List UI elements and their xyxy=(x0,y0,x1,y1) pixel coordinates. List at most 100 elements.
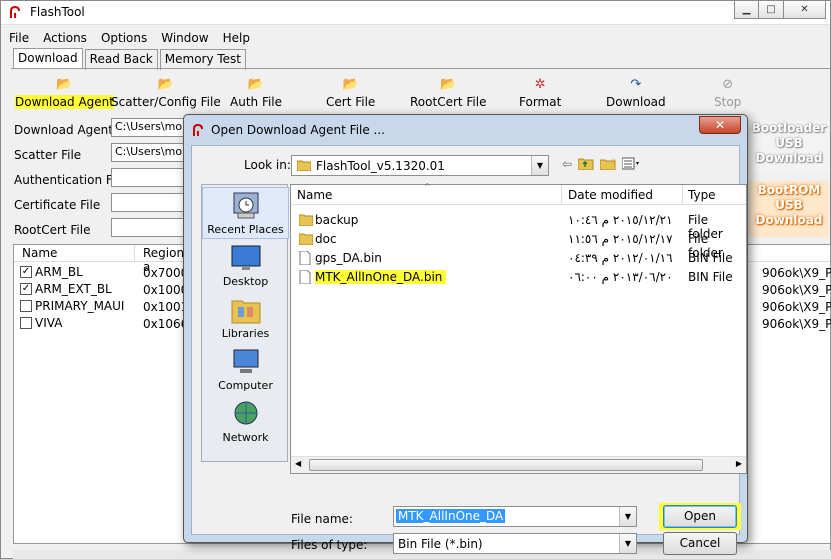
download-tool[interactable]: ↷ Download xyxy=(606,77,666,109)
place-desktop[interactable]: Desktop xyxy=(202,243,289,288)
dialog-close-button[interactable]: ✕ xyxy=(699,116,741,134)
bootloader-usb-download-button[interactable]: Bootloader USB Download xyxy=(749,121,829,173)
places-bar: Recent Places Desktop Libraries Computer… xyxy=(201,184,289,462)
certificate-file-input[interactable] xyxy=(111,193,191,212)
new-folder-icon[interactable]: ✳ xyxy=(599,157,617,173)
open-button[interactable]: Open xyxy=(663,505,737,528)
checkbox[interactable] xyxy=(20,317,32,329)
rootcert-file-tool[interactable]: 📂 RootCert File xyxy=(410,77,486,109)
partition-name: VIVA xyxy=(35,316,63,330)
file-name-input[interactable]: MTK_AllInOne_DA ▼ xyxy=(393,506,637,527)
list-item[interactable]: PRIMARY_MAUI xyxy=(20,298,124,314)
scatter-config-tool[interactable]: 📂 Scatter/Config File xyxy=(111,77,221,109)
svg-text:✳: ✳ xyxy=(610,157,616,166)
cert-file-tool[interactable]: 📂 Cert File xyxy=(326,77,375,109)
place-network[interactable]: Network xyxy=(202,399,289,444)
partition-path: 906ok\X9_P xyxy=(762,317,831,331)
scroll-left-icon[interactable]: ◀ xyxy=(295,459,301,468)
file-list-header: Name ^ Date modified Type xyxy=(291,182,746,205)
chevron-down-icon[interactable]: ▼ xyxy=(619,507,636,526)
scroll-right-icon[interactable]: ▶ xyxy=(736,459,742,468)
dialog-nav-buttons: ⇦ ✳ xyxy=(562,157,642,173)
minimize-icon: ▁ xyxy=(742,4,751,15)
cert-file-tool-label: Cert File xyxy=(326,95,376,109)
format-tool[interactable]: ✲ Format xyxy=(519,77,561,109)
col-type-header[interactable]: Type xyxy=(688,188,716,202)
file-row[interactable]: backup ٢٠١٥/١٢/٢١ م ١٠:٤٦ File folder xyxy=(291,211,746,241)
list-item[interactable]: VIVA xyxy=(20,315,62,331)
file-date: ٢٠١٢/٠١/١٦ م ٠٤:٣٩ xyxy=(568,251,673,265)
up-folder-icon[interactable] xyxy=(577,157,594,173)
look-in-combo[interactable]: FlashTool_v5.1320.01 ▼ xyxy=(291,155,549,176)
close-icon: ✕ xyxy=(800,4,809,15)
network-icon xyxy=(234,401,257,425)
col-date-header[interactable]: Date modified xyxy=(568,188,653,202)
tab-memory-test[interactable]: Memory Test xyxy=(159,49,247,70)
folder-icon xyxy=(299,233,313,245)
col-name-header[interactable]: Name xyxy=(297,188,332,202)
folder-icon xyxy=(299,214,313,226)
folder-open-icon: 📂 xyxy=(440,77,457,92)
partition-path: 906ok\X9_P xyxy=(762,283,831,297)
partition-name: ARM_BL xyxy=(35,265,83,279)
files-of-type-value: Bin File (*.bin) xyxy=(398,537,483,551)
back-arrow-icon[interactable]: ⇦ xyxy=(562,157,572,173)
checkbox[interactable]: ✓ xyxy=(20,266,32,278)
file-row[interactable]: doc ٢٠١٥/١٢/١٧ م ١١:٥٦ File folder xyxy=(291,230,746,260)
stop-tool[interactable]: ⊘ Stop xyxy=(714,77,741,109)
format-icon: ✲ xyxy=(534,77,546,92)
authentication-file-input[interactable] xyxy=(111,168,191,187)
tab-download[interactable]: Download xyxy=(13,48,83,69)
menu-options[interactable]: Options xyxy=(94,29,154,47)
place-label: Recent Places xyxy=(207,223,284,236)
scatter-config-tool-label: Scatter/Config File xyxy=(111,95,221,109)
stop-icon: ⊘ xyxy=(722,77,734,92)
partition-name: ARM_EXT_BL xyxy=(35,282,112,296)
bootrom-usb-download-button[interactable]: BootROM USB Download xyxy=(749,181,829,237)
maximize-button[interactable]: □ xyxy=(759,1,784,19)
rootcert-file-input[interactable] xyxy=(111,218,191,237)
file-name: MTK_AllInOne_DA.bin xyxy=(315,270,447,284)
sort-arrow-icon: ^ xyxy=(424,182,431,191)
recent-places-icon xyxy=(233,192,258,219)
file-row-selected[interactable]: MTK_AllInOne_DA.bin ٢٠١٣/٠٦/٢٠ م ٠٦:٠٠ B… xyxy=(291,268,746,286)
menu-actions[interactable]: Actions xyxy=(36,29,94,47)
chevron-down-icon[interactable]: ▼ xyxy=(619,534,636,553)
auth-file-tool[interactable]: 📂 Auth File xyxy=(230,77,282,109)
file-list-scrollbar[interactable]: ◀ ▶ xyxy=(291,456,746,473)
format-tool-label: Format xyxy=(519,95,562,109)
checkbox[interactable]: ✓ xyxy=(20,283,32,295)
cancel-button[interactable]: Cancel xyxy=(663,532,737,555)
list-item[interactable]: ✓ ARM_BL xyxy=(20,264,83,280)
view-menu-icon[interactable] xyxy=(621,157,642,173)
download-agent-input[interactable]: C:\Users\mok xyxy=(111,118,191,137)
menu-file[interactable]: File xyxy=(2,29,36,47)
place-label: Libraries xyxy=(221,327,270,340)
place-computer[interactable]: Computer xyxy=(202,347,289,392)
menu-help[interactable]: Help xyxy=(216,29,257,47)
menu-window[interactable]: Window xyxy=(154,29,215,47)
minimize-button[interactable]: ▁ xyxy=(734,1,759,19)
checkbox[interactable] xyxy=(20,300,32,312)
scatter-file-input[interactable]: C:\Users\mok xyxy=(111,143,191,162)
tab-divider xyxy=(11,68,831,69)
authentication-file-label: Authentication File xyxy=(14,173,126,187)
place-recent-places[interactable]: Recent Places xyxy=(202,187,289,239)
place-libraries[interactable]: Libraries xyxy=(202,295,289,340)
col-name-header[interactable]: Name xyxy=(14,245,135,261)
chevron-down-icon[interactable]: ▼ xyxy=(531,156,548,175)
bootrom-line2: USB xyxy=(775,198,803,212)
scroll-thumb[interactable] xyxy=(309,459,703,471)
list-item[interactable]: ✓ ARM_EXT_BL xyxy=(20,281,112,297)
download-agent-tool[interactable]: 📂 Download Agent xyxy=(15,77,114,109)
file-icon xyxy=(299,251,311,265)
file-name: backup xyxy=(315,213,359,227)
look-in-label: Look in: xyxy=(244,158,291,172)
download-agent-tool-label: Download Agent xyxy=(15,95,114,109)
file-row[interactable]: gps_DA.bin ٢٠١٢/٠١/١٦ م ٠٤:٣٩ BIN File xyxy=(291,249,746,267)
open-file-dialog: Open Download Agent File ... ✕ Look in: … xyxy=(183,114,748,555)
close-button[interactable]: ✕ xyxy=(784,1,826,19)
files-of-type-select[interactable]: Bin File (*.bin) ▼ xyxy=(393,533,637,554)
auth-file-tool-label: Auth File xyxy=(230,95,283,109)
tab-read-back[interactable]: Read Back xyxy=(84,49,158,70)
